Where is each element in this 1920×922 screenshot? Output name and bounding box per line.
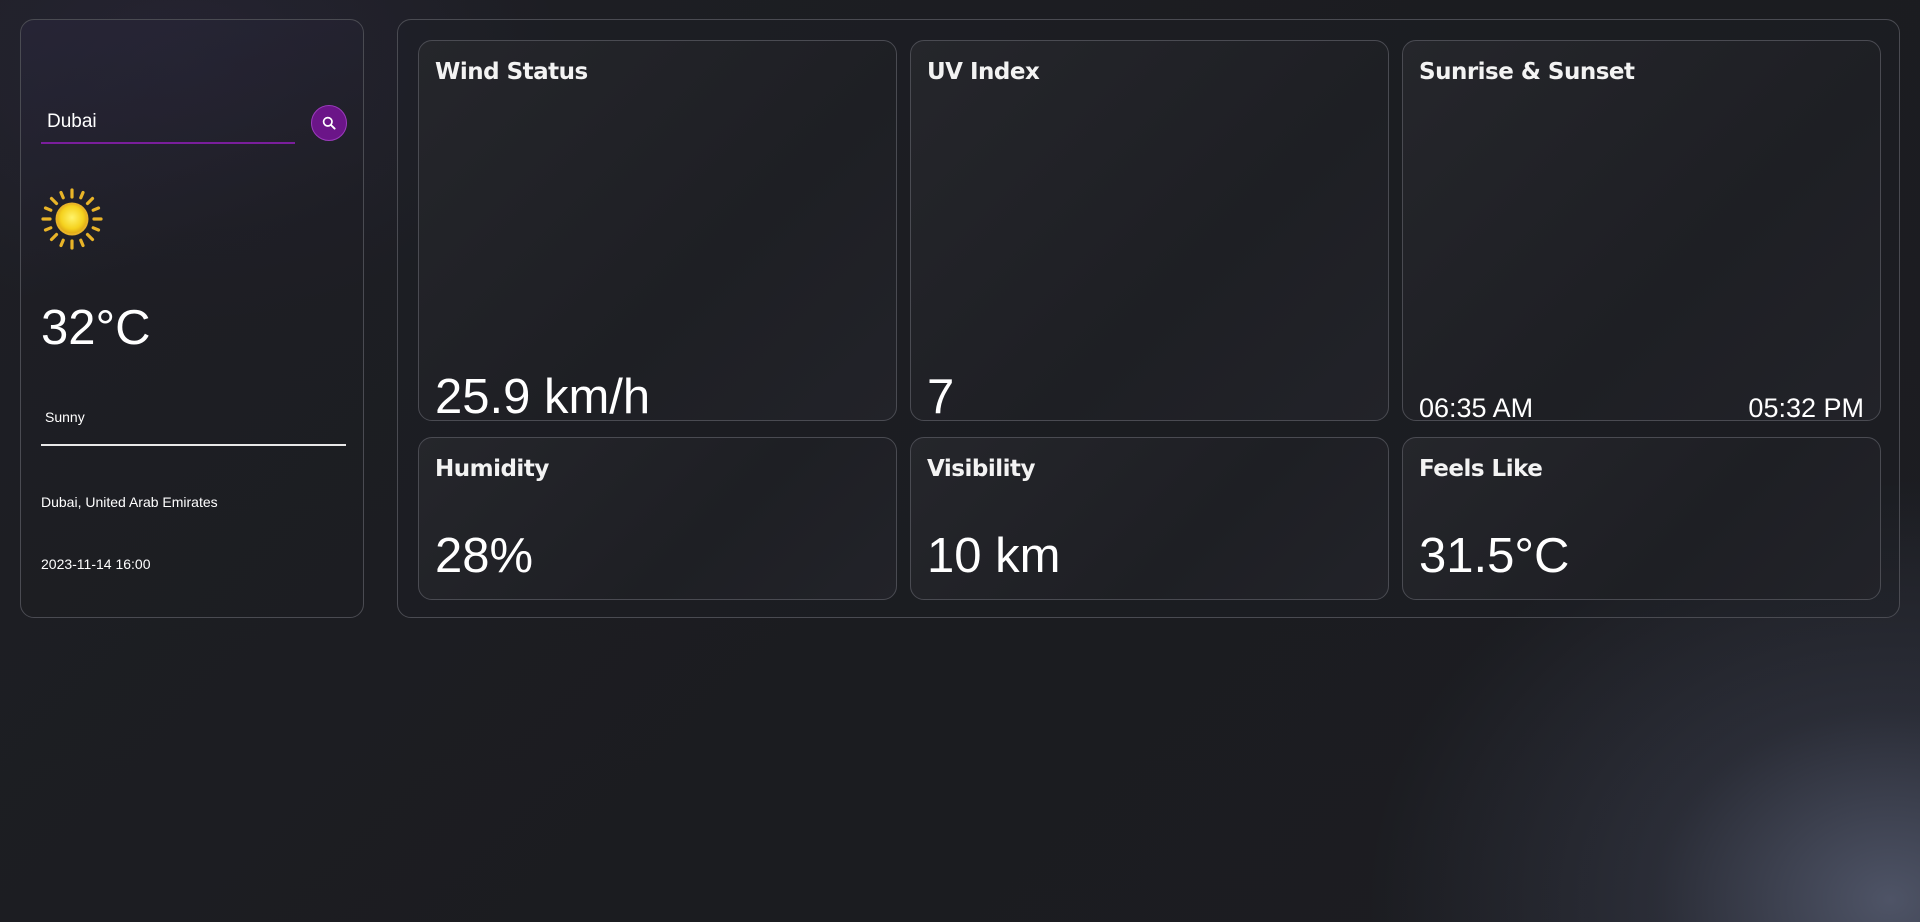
sunrise-time: 06:35 AM <box>1419 393 1534 423</box>
feels-like-card: Feels Like 31.5°C <box>1402 437 1881 600</box>
search-input[interactable] <box>41 102 295 142</box>
card-title: Feels Like <box>1419 456 1543 482</box>
card-title: Wind Status <box>435 59 588 85</box>
sun-times: 06:35 AM 05:32 PM <box>1419 392 1864 424</box>
sun-icon <box>41 188 103 250</box>
search-field <box>41 102 295 144</box>
sunrise-sunset-card: Sunrise & Sunset 06:35 AM 05:32 PM <box>1402 40 1881 424</box>
search-icon <box>322 116 336 130</box>
weather-condition: Sunny <box>45 409 85 425</box>
uv-index-value: 7 <box>927 370 955 424</box>
highlights-panel: Wind Status 25.9 km/h UV Index 7 Sunrise… <box>397 19 1900 618</box>
humidity-value: 28% <box>435 529 534 583</box>
humidity-card: Humidity 28% <box>418 437 897 600</box>
wind-speed-value: 25.9 km/h <box>435 370 651 424</box>
uv-index-card: UV Index 7 <box>910 40 1389 424</box>
current-temperature: 32°C <box>41 301 151 355</box>
wind-status-card: Wind Status 25.9 km/h <box>418 40 897 424</box>
local-datetime: 2023-11-14 16:00 <box>41 556 151 572</box>
visibility-card: Visibility 10 km <box>910 437 1389 600</box>
feels-like-value: 31.5°C <box>1419 529 1570 583</box>
visibility-value: 10 km <box>927 529 1061 583</box>
card-title: Humidity <box>435 456 549 482</box>
card-title: Sunrise & Sunset <box>1419 59 1635 85</box>
sunset-time: 05:32 PM <box>1748 393 1864 423</box>
card-title: UV Index <box>927 59 1040 85</box>
card-title: Visibility <box>927 456 1035 482</box>
divider <box>41 444 346 446</box>
weather-sidebar: 32°C Sunny Dubai, United Arab Emirates 2… <box>20 19 364 618</box>
search-button[interactable] <box>311 105 347 141</box>
location-name: Dubai, United Arab Emirates <box>41 494 218 510</box>
